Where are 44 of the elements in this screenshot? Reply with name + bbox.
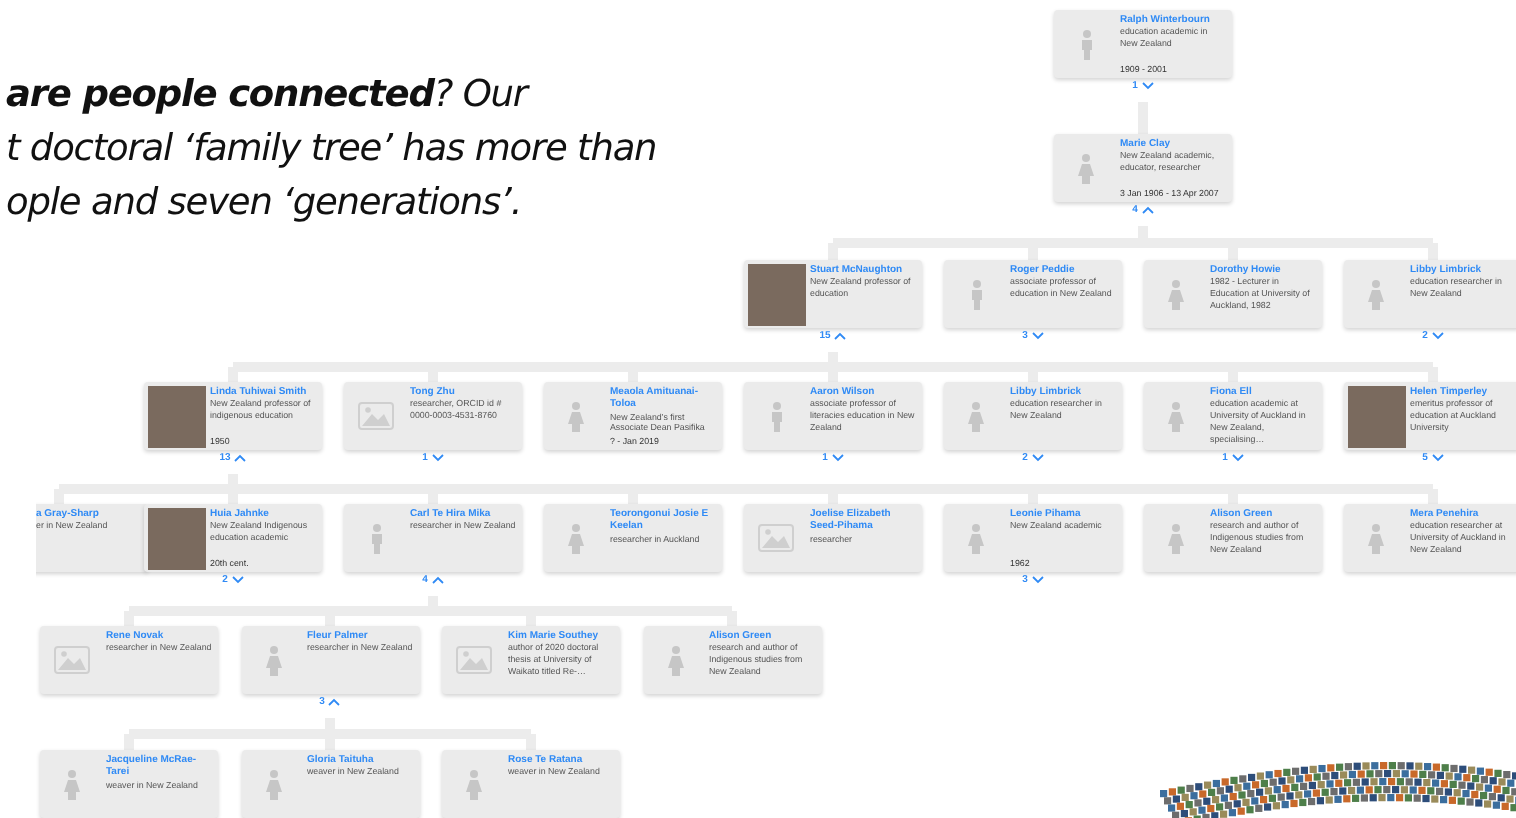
person-icon [968, 523, 984, 553]
chevron-down-icon[interactable] [1431, 454, 1444, 462]
image-placeholder-icon [54, 646, 90, 674]
person-icon [769, 401, 783, 431]
photo-placeholder [747, 263, 805, 325]
chevron-up-icon[interactable] [1141, 206, 1154, 214]
person-icon [1168, 279, 1184, 309]
image-placeholder-icon [358, 402, 394, 430]
person-icon [466, 769, 482, 799]
person-icon [1079, 29, 1093, 59]
chevron-down-icon[interactable] [431, 454, 444, 462]
person-icon [568, 523, 584, 553]
photo-placeholder [147, 507, 205, 569]
person-icon [265, 645, 281, 675]
chevron-down-icon[interactable] [231, 576, 244, 584]
chevron-up-icon[interactable] [431, 576, 444, 584]
slide-caption: are people connected? Our t doctoral ‘family tree’ has more than ople and seven ‘generations’. [6, 72, 657, 228]
connector-line [1138, 97, 1148, 139]
image-placeholder-icon [758, 524, 794, 552]
chevron-down-icon[interactable] [1031, 332, 1044, 340]
chevron-down-icon[interactable] [1431, 332, 1444, 340]
image-placeholder-icon [456, 646, 492, 674]
chevron-down-icon[interactable] [1031, 454, 1044, 462]
person-icon [1168, 401, 1184, 431]
person-icon [1078, 153, 1094, 183]
person-icon [969, 279, 983, 309]
person-icon [369, 523, 383, 553]
person-icon [64, 769, 80, 799]
chevron-down-icon[interactable] [1031, 576, 1044, 584]
photo-placeholder [1347, 385, 1405, 447]
person-icon [1168, 523, 1184, 553]
chevron-up-icon[interactable] [328, 698, 341, 706]
chevron-down-icon[interactable] [1231, 454, 1244, 462]
person-icon [265, 769, 281, 799]
person-icon [1368, 279, 1384, 309]
chevron-up-icon[interactable] [234, 454, 247, 462]
person-icon [968, 401, 984, 431]
person-icon [1368, 523, 1384, 553]
chevron-down-icon[interactable] [1141, 82, 1154, 90]
chevron-down-icon[interactable] [831, 454, 844, 462]
person-icon [667, 645, 683, 675]
chevron-up-icon[interactable] [834, 332, 847, 340]
photo-placeholder [147, 385, 205, 447]
person-icon [568, 401, 584, 431]
